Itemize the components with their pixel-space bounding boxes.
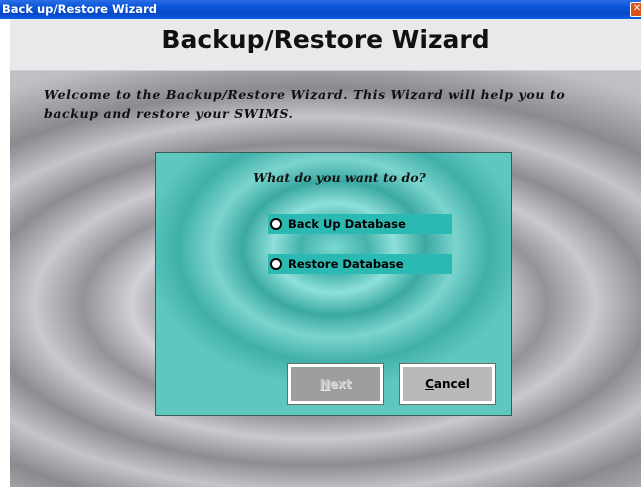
title-bar[interactable]: Back up/Restore Wizard ✕ — [0, 0, 641, 19]
cancel-label: ancel — [433, 377, 470, 391]
backup-database-label[interactable]: Back Up Database — [288, 217, 406, 231]
cancel-mnemonic: C — [425, 377, 434, 391]
welcome-text: Welcome to the Backup/Restore Wizard. Th… — [44, 87, 566, 121]
next-label: ext — [329, 377, 352, 391]
restore-database-label[interactable]: Restore Database — [288, 257, 404, 271]
options-panel: What do you want to do? Back Up Database… — [155, 152, 512, 416]
header-panel: Backup/Restore Wizard — [10, 19, 641, 71]
backup-database-option[interactable]: Back Up Database — [268, 214, 452, 234]
wizard-body: Backup/Restore Wizard Welcome to the Bac… — [10, 19, 641, 487]
window-title: Back up/Restore Wizard — [2, 2, 157, 16]
restore-database-option[interactable]: Restore Database — [268, 254, 452, 274]
question-label: What do you want to do? — [253, 170, 426, 185]
radio-button-icon[interactable] — [270, 258, 282, 270]
page-title: Backup/Restore Wizard — [161, 25, 490, 54]
cancel-button[interactable]: Cancel — [399, 363, 496, 405]
next-mnemonic: N — [319, 377, 330, 391]
next-button[interactable]: Next — [287, 363, 384, 405]
close-icon[interactable]: ✕ — [630, 2, 641, 17]
radio-button-icon[interactable] — [270, 218, 282, 230]
wizard-window: Back up/Restore Wizard ✕ Backup/Restore … — [0, 0, 641, 487]
